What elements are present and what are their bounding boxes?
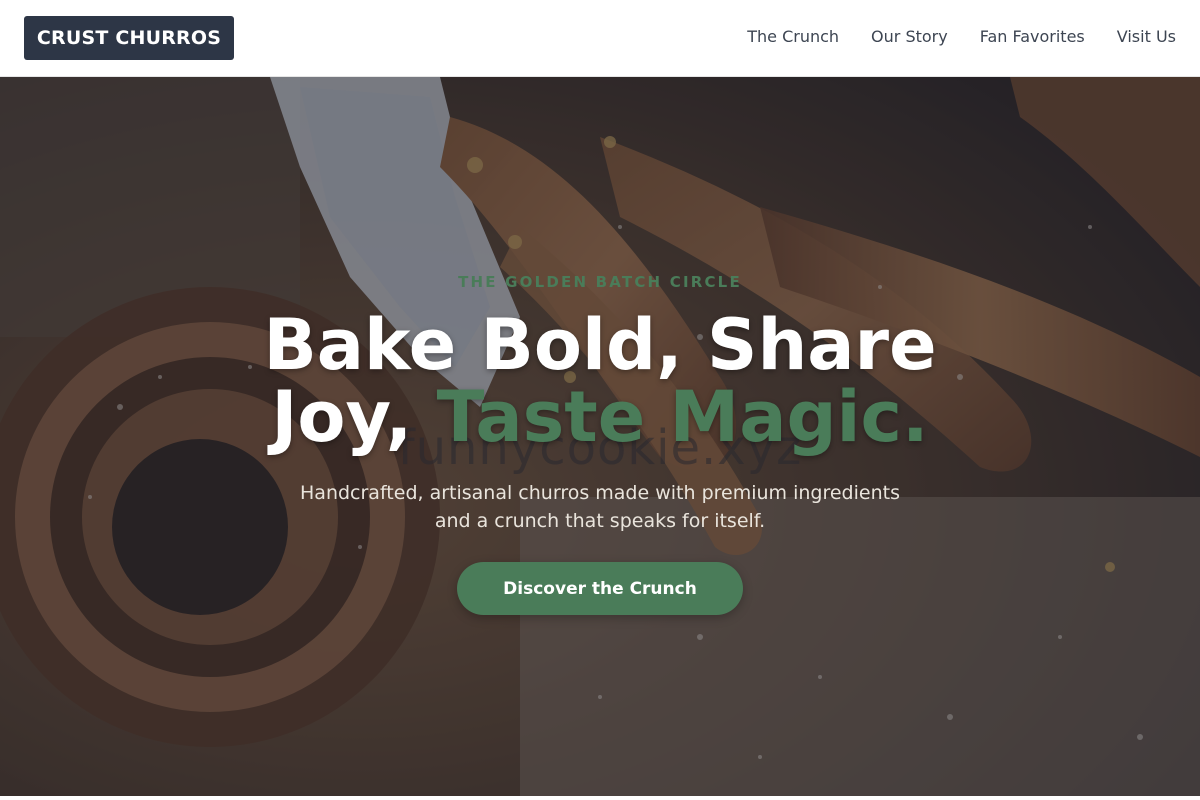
subtext-line-1: Handcrafted, artisanal churros made with… [300, 482, 900, 504]
nav-link-our-story[interactable]: Our Story [871, 26, 948, 48]
hero-section: funnycookie.xyz THE GOLDEN BATCH CIRCLE … [0, 77, 1200, 796]
headline-line-2-prefix: Joy, [271, 376, 437, 458]
hero-eyebrow: THE GOLDEN BATCH CIRCLE [458, 273, 742, 291]
headline-accent: Taste Magic. [436, 376, 929, 458]
site-header: CRUST CHURROS The Crunch Our Story Fan F… [0, 0, 1200, 77]
headline-line-1: Bake Bold, Share [263, 304, 937, 386]
hero-subtext: Handcrafted, artisanal churros made with… [270, 479, 930, 535]
main-nav: The Crunch Our Story Fan Favorites Visit… [747, 26, 1176, 48]
subtext-line-2: and a crunch that speaks for itself. [434, 510, 766, 532]
nav-link-fan-favorites[interactable]: Fan Favorites [980, 26, 1085, 48]
nav-link-the-crunch[interactable]: The Crunch [747, 26, 839, 48]
nav-link-visit-us[interactable]: Visit Us [1117, 26, 1176, 48]
hero-headline: Bake Bold, Share Joy, Taste Magic. [0, 309, 1200, 453]
brand-logo[interactable]: CRUST CHURROS [24, 16, 234, 60]
discover-the-crunch-button[interactable]: Discover the Crunch [457, 562, 743, 615]
